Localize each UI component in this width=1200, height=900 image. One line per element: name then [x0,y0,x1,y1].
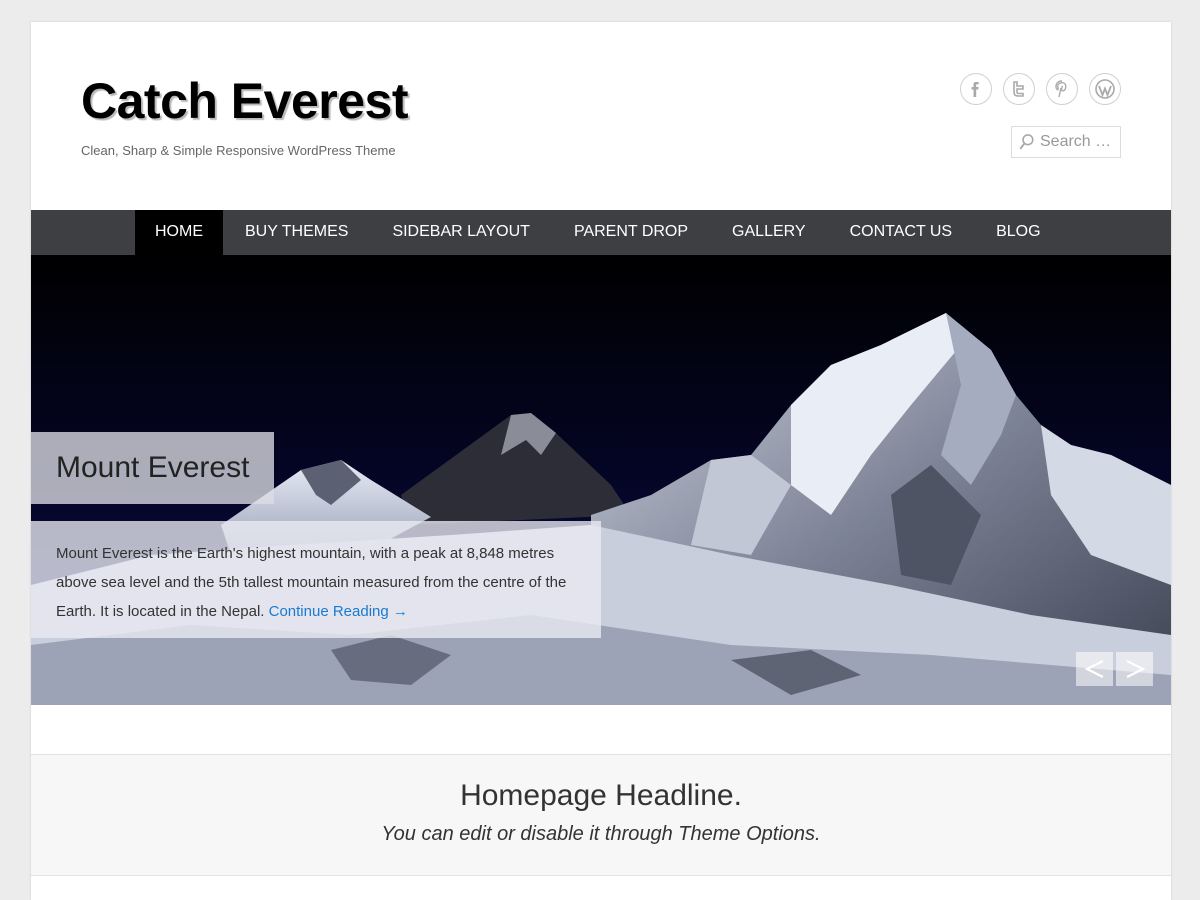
site-description: Clean, Sharp & Simple Responsive WordPre… [81,143,396,158]
facebook-icon[interactable] [960,73,992,105]
page-container: Catch Everest Clean, Sharp & Simple Resp… [31,22,1171,900]
twitter-icon[interactable] [1003,73,1035,105]
headline-subtitle: You can edit or disable it through Theme… [381,823,821,845]
nav-item-sidebar-layout[interactable]: SIDEBAR LAYOUT [370,210,552,255]
slider-controls [1076,652,1153,686]
search-box[interactable] [1011,126,1121,158]
nav-item-contact-us[interactable]: CONTACT US [828,210,975,255]
search-input[interactable] [1040,133,1120,151]
nav-item-home[interactable]: HOME [135,210,223,255]
search-icon [1019,134,1034,150]
nav-item-buy-themes[interactable]: BUY THEMES [223,210,370,255]
site-title[interactable]: Catch Everest [81,72,409,130]
wordpress-icon[interactable] [1089,73,1121,105]
nav-item-parent-drop[interactable]: PARENT DROP [552,210,710,255]
slider-prev-button[interactable] [1076,652,1113,686]
homepage-headline: Homepage Headline. You can edit or disab… [31,754,1171,876]
nav-item-gallery[interactable]: GALLERY [710,210,828,255]
continue-reading-link[interactable]: Continue Reading → [269,603,408,620]
slide-excerpt: Mount Everest is the Earth's highest mou… [31,521,601,638]
arrow-left-icon [1084,660,1103,678]
featured-slider: Mount Everest Mount Everest is the Earth… [31,255,1171,705]
social-links [960,73,1121,105]
slide-title[interactable]: Mount Everest [31,432,274,504]
main-navigation: HOME BUY THEMES SIDEBAR LAYOUT PARENT DR… [31,210,1171,255]
headline-title: Homepage Headline. [460,779,742,812]
nav-item-blog[interactable]: BLOG [974,210,1062,255]
arrow-right-icon [1126,660,1145,678]
pinterest-icon[interactable] [1046,73,1078,105]
slider-next-button[interactable] [1116,652,1153,686]
